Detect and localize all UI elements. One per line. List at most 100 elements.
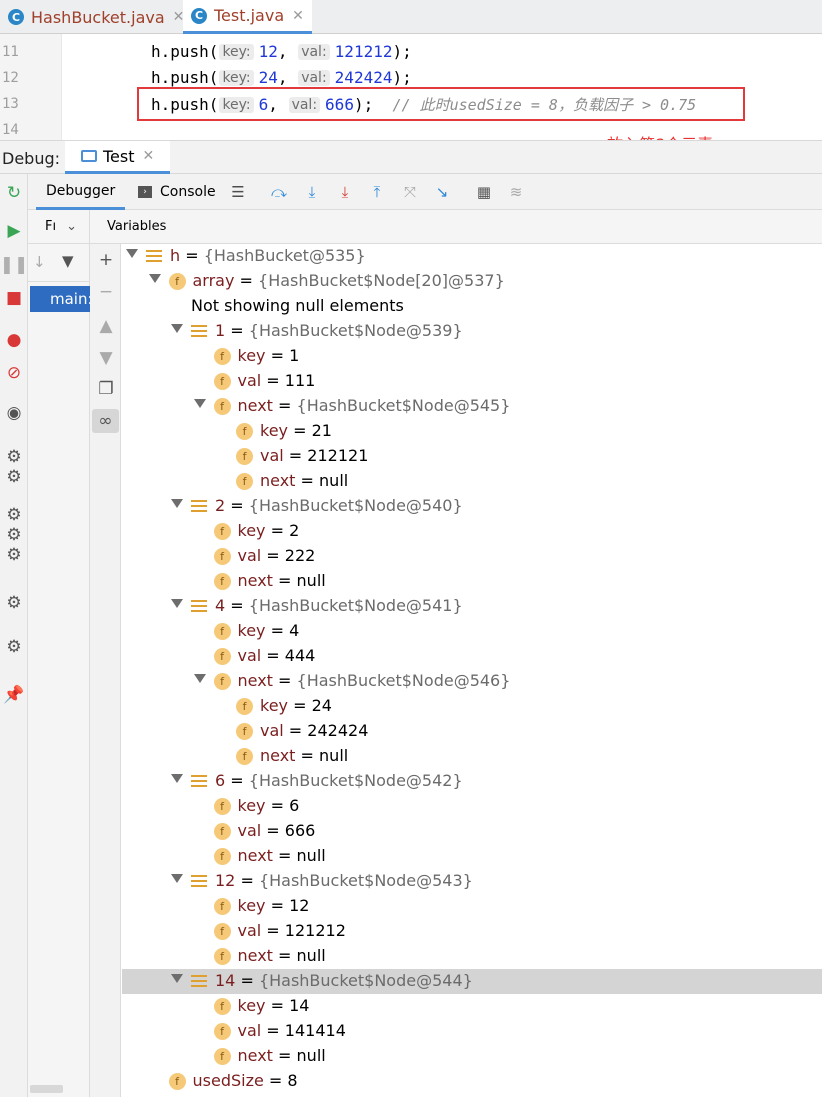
close-icon[interactable]: ✕	[292, 8, 304, 24]
tree-row[interactable]: f val = 121212	[122, 919, 822, 944]
horizontal-scrollbar[interactable]	[30, 1085, 63, 1093]
tree-row[interactable]: 2 = {HashBucket$Node@540}	[122, 494, 822, 519]
debug-tab-label: Test	[103, 146, 135, 166]
tree-row[interactable]: f key = 21	[122, 419, 822, 444]
mute-breakpoints-icon[interactable]: ⊘	[3, 362, 25, 384]
tree-row[interactable]: f next = {HashBucket$Node@546}	[122, 669, 822, 694]
settings-icon[interactable]: ⚙	[3, 504, 25, 526]
menu-icon[interactable]: ☰	[226, 180, 250, 204]
tree-row[interactable]: f val = 212121	[122, 444, 822, 469]
copy-icon[interactable]: ❐	[94, 377, 118, 401]
run-to-cursor-icon[interactable]: ↘	[430, 180, 454, 204]
stop-icon[interactable]: ■	[3, 287, 25, 309]
expand-arrow-icon[interactable]	[171, 324, 183, 333]
settings-icon[interactable]: ⚙	[3, 636, 25, 658]
tree-row[interactable]: f val = 666	[122, 819, 822, 844]
filter-icon[interactable]: ▼	[62, 252, 74, 270]
close-icon[interactable]: ✕	[143, 148, 155, 164]
tab-hashbucket-java[interactable]: C HashBucket.java ✕	[0, 0, 192, 34]
tree-row[interactable]: f next = null	[122, 569, 822, 594]
remove-watch-icon[interactable]: −	[94, 280, 118, 304]
tree-row[interactable]: f next = null	[122, 1044, 822, 1069]
force-step-into-icon[interactable]: ⤓	[333, 180, 357, 204]
tree-row[interactable]: f key = 12	[122, 894, 822, 919]
tab-test-java[interactable]: C Test.java ✕	[183, 0, 312, 34]
tree-row[interactable]: f next = null	[122, 844, 822, 869]
tab-debugger[interactable]: Debugger	[36, 174, 126, 210]
expand-arrow-icon[interactable]	[126, 249, 138, 258]
move-up-icon[interactable]: ▲	[94, 314, 118, 338]
pause-icon[interactable]: ❚❚	[0, 254, 28, 276]
frame-item-main[interactable]: main:	[30, 286, 90, 312]
expand-arrow-icon[interactable]	[171, 974, 183, 983]
tree-row[interactable]: 12 = {HashBucket$Node@543}	[122, 869, 822, 894]
tree-row[interactable]: h = {HashBucket@535}	[122, 244, 822, 269]
tree-row[interactable]: f val = 111	[122, 369, 822, 394]
tree-row[interactable]: f val = 444	[122, 644, 822, 669]
tree-row[interactable]: f key = 1	[122, 344, 822, 369]
tree-row[interactable]: f key = 14	[122, 994, 822, 1019]
rerun-icon[interactable]: ↻	[3, 182, 25, 204]
chevron-down-icon[interactable]: ⌄	[66, 219, 77, 234]
show-watches-icon[interactable]: ∞	[92, 409, 119, 433]
tree-row[interactable]: f next = null	[122, 469, 822, 494]
tree-row[interactable]: Not showing null elements	[122, 294, 822, 319]
tree-row[interactable]: f next = null	[122, 744, 822, 769]
step-over-icon[interactable]: ⤓	[300, 180, 324, 204]
tree-row[interactable]: f key = 6	[122, 794, 822, 819]
tree-row[interactable]: f key = 4	[122, 619, 822, 644]
settings-icon[interactable]: ⚙	[3, 592, 25, 614]
variable-name: 6	[215, 771, 226, 790]
view-breakpoints-icon[interactable]: ●	[3, 329, 25, 351]
arrow-down-icon[interactable]: ↓	[33, 253, 46, 271]
equals-sign: =	[283, 446, 308, 465]
tree-row[interactable]: f array = {HashBucket$Node[20]@537}	[122, 269, 822, 294]
field-icon: f	[236, 698, 253, 715]
expand-arrow-icon[interactable]	[193, 399, 206, 408]
settings-icon[interactable]: ⚙	[3, 544, 25, 566]
expand-arrow-icon[interactable]	[171, 774, 183, 783]
tree-row[interactable]: f val = 242424	[122, 719, 822, 744]
variable-value: {HashBucket$Node@539}	[248, 321, 463, 340]
frames-header[interactable]: Fı ⌄	[28, 210, 90, 244]
tree-row[interactable]: 1 = {HashBucket$Node@539}	[122, 319, 822, 344]
settings-icon[interactable]: ⚙	[3, 446, 25, 468]
evaluate-expression-icon[interactable]: ▦	[472, 180, 496, 204]
show-execution-point-icon[interactable]: ⤼	[267, 180, 291, 204]
step-out-icon[interactable]: ⤒	[365, 180, 389, 204]
tree-row[interactable]: 4 = {HashBucket$Node@541}	[122, 594, 822, 619]
expand-arrow-icon[interactable]	[148, 274, 161, 283]
move-down-icon[interactable]: ▼	[94, 346, 118, 370]
equals-sign: =	[272, 1046, 297, 1065]
tree-row[interactable]: f key = 2	[122, 519, 822, 544]
tree-row[interactable]: f val = 222	[122, 544, 822, 569]
tree-row[interactable]: f val = 141414	[122, 1019, 822, 1044]
expand-arrow-icon[interactable]	[171, 599, 183, 608]
annotation-label: 放入第8个元素	[607, 131, 713, 140]
tab-console[interactable]: › Console	[138, 174, 216, 210]
expand-arrow-icon[interactable]	[193, 674, 206, 683]
drop-frame-icon[interactable]: ⤧	[398, 180, 422, 204]
trace-icon[interactable]: ≋	[504, 180, 528, 204]
add-watch-icon[interactable]: +	[94, 248, 118, 272]
settings-icon[interactable]: ⚙	[3, 466, 25, 488]
tree-row[interactable]: f next = null	[122, 944, 822, 969]
variable-name: next	[237, 396, 273, 415]
tab-debug-test[interactable]: Test ✕	[65, 141, 171, 174]
field-icon: f	[168, 273, 186, 290]
run-config-icon	[81, 150, 97, 162]
tree-row[interactable]: 14 = {HashBucket$Node@544}	[122, 969, 822, 994]
camera-icon[interactable]: ◉	[3, 402, 25, 424]
expand-arrow-icon[interactable]	[171, 499, 183, 508]
code-editor[interactable]: 11 12 13 14 h.push(key: 12, val: 121212); …	[0, 34, 822, 140]
variable-value: null	[319, 746, 349, 765]
tree-row[interactable]: f next = {HashBucket$Node@545}	[122, 394, 822, 419]
tree-row[interactable]: 6 = {HashBucket$Node@542}	[122, 769, 822, 794]
resume-icon[interactable]: ▶	[3, 220, 25, 242]
settings-icon[interactable]: ⚙	[3, 524, 25, 546]
expand-arrow-icon[interactable]	[171, 874, 183, 883]
tree-row[interactable]: f key = 24	[122, 694, 822, 719]
tree-row[interactable]: f usedSize = 8	[122, 1069, 822, 1094]
pin-icon[interactable]: 📌	[3, 684, 25, 706]
variables-tree[interactable]: h = {HashBucket@535} f array = {HashBucket…	[122, 244, 822, 1097]
